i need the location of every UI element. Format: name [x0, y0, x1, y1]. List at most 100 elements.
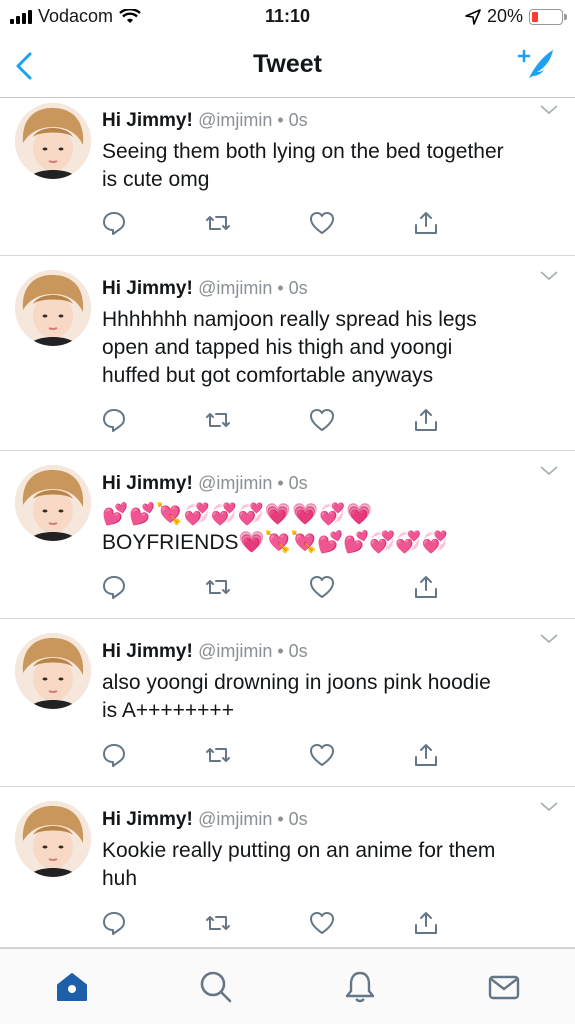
tab-notifications[interactable] [342, 969, 378, 1005]
tweet-header: Hi Jimmy! @imjimin • 0s [102, 641, 308, 663]
profile-photo [15, 103, 91, 179]
tweet-text-line: Hhhhhhh namjoon really spread his legs [102, 308, 477, 331]
retweet-icon [206, 413, 230, 427]
reply-button[interactable] [100, 209, 128, 237]
tweet-item[interactable]: Hi Jimmy! @imjimin • 0s 💕💕💘💞💞💞💗💗💞💗 BOYFR… [0, 451, 575, 619]
home-icon [57, 973, 87, 1001]
tab-home[interactable] [54, 969, 90, 1005]
battery-icon [529, 8, 567, 25]
share-button[interactable] [412, 573, 440, 601]
navigation-bar: Tweet [0, 32, 575, 98]
retweet-button[interactable] [204, 406, 232, 434]
share-button[interactable] [412, 741, 440, 769]
like-button[interactable] [308, 406, 336, 434]
heart-icon [310, 409, 334, 431]
reply-icon [103, 576, 125, 599]
reply-button[interactable] [100, 909, 128, 937]
tweet-item[interactable]: Hi Jimmy! @imjimin • 0s Kookie really pu… [0, 787, 575, 948]
share-icon [415, 212, 437, 234]
tweet-text-line: Kookie really putting on an anime for th… [102, 839, 496, 862]
reply-button[interactable] [100, 406, 128, 434]
chevron-down-icon[interactable] [539, 633, 559, 645]
status-bar: Vodacom 11:10 20% [0, 0, 575, 32]
tweet-text-line: huh [102, 867, 138, 890]
tweet-text: 💕💕💘💞💞💞💗💗💞💗 BOYFRIENDS💗💘💘💕💕💞💞💞 [102, 501, 552, 557]
retweet-icon [206, 216, 230, 230]
reply-button[interactable] [100, 573, 128, 601]
tweet-text-line: also yoongi drowning in joons pink hoodi… [102, 671, 491, 694]
tweet-text-line: BOYFRIENDS💗💘💘💕💕💞💞💞 [102, 531, 448, 554]
tweet-item[interactable]: Hi Jimmy! @imjimin • 0s Seeing them both… [0, 98, 575, 256]
reply-icon [103, 409, 125, 432]
chevron-down-icon[interactable] [539, 465, 559, 477]
display-name[interactable]: Hi Jimmy! [102, 473, 193, 494]
heart-icon [310, 212, 334, 234]
share-icon [415, 744, 437, 766]
display-name[interactable]: Hi Jimmy! [102, 278, 193, 299]
retweet-button[interactable] [204, 741, 232, 769]
profile-photo [15, 270, 91, 346]
avatar[interactable] [15, 801, 91, 877]
share-button[interactable] [412, 909, 440, 937]
compose-tweet-icon [517, 49, 553, 78]
tweet-header: Hi Jimmy! @imjimin • 0s [102, 473, 308, 495]
tab-search[interactable] [198, 969, 234, 1005]
reply-button[interactable] [100, 741, 128, 769]
handle-timestamp: @imjimin • 0s [198, 641, 308, 661]
retweet-icon [206, 916, 230, 930]
reply-icon [103, 744, 125, 767]
retweet-icon [206, 580, 230, 594]
like-button[interactable] [308, 909, 336, 937]
handle-timestamp: @imjimin • 0s [198, 809, 308, 829]
compose-tweet-button[interactable] [515, 44, 557, 84]
tab-bar [0, 948, 575, 1024]
tab-messages[interactable] [486, 969, 522, 1005]
display-name[interactable]: Hi Jimmy! [102, 641, 193, 662]
avatar[interactable] [15, 465, 91, 541]
avatar[interactable] [15, 270, 91, 346]
tweet-thread: Hi Jimmy! @imjimin • 0s Seeing them both… [0, 98, 575, 948]
tweet-text: also yoongi drowning in joons pink hoodi… [102, 669, 552, 725]
chevron-down-icon[interactable] [539, 104, 559, 116]
tweet-actions [100, 573, 460, 601]
avatar[interactable] [15, 103, 91, 179]
handle-timestamp: @imjimin • 0s [198, 473, 308, 493]
retweet-button[interactable] [204, 573, 232, 601]
chevron-down-icon[interactable] [539, 270, 559, 282]
page-title: Tweet [253, 50, 322, 78]
tweet-text: Kookie really putting on an anime for th… [102, 837, 552, 893]
profile-photo [15, 633, 91, 709]
display-name[interactable]: Hi Jimmy! [102, 110, 193, 131]
tweet-text: Seeing them both lying on the bed togeth… [102, 138, 552, 194]
retweet-icon [206, 748, 230, 762]
avatar[interactable] [15, 633, 91, 709]
retweet-button[interactable] [204, 909, 232, 937]
share-icon [415, 576, 437, 598]
location-arrow-icon [465, 8, 481, 25]
share-button[interactable] [412, 406, 440, 434]
chevron-down-icon[interactable] [539, 801, 559, 813]
tweet-text-line: 💕💕💘💞💞💞💗💗💞💗 [102, 503, 374, 526]
heart-icon [310, 912, 334, 934]
tweet-item[interactable]: Hi Jimmy! @imjimin • 0s Hhhhhhh namjoon … [0, 256, 575, 451]
tweet-text-line: Seeing them both lying on the bed togeth… [102, 140, 504, 163]
display-name[interactable]: Hi Jimmy! [102, 809, 193, 830]
tweet-item[interactable]: Hi Jimmy! @imjimin • 0s also yoongi drow… [0, 619, 575, 787]
like-button[interactable] [308, 741, 336, 769]
tweet-actions [100, 909, 460, 937]
handle-timestamp: @imjimin • 0s [198, 278, 308, 298]
battery-percent: 20% [486, 6, 523, 26]
profile-photo [15, 801, 91, 877]
tweet-text-line: open and tapped his thigh and yoongi [102, 336, 453, 359]
share-icon [415, 409, 437, 431]
reply-icon [103, 912, 125, 935]
like-button[interactable] [308, 209, 336, 237]
tweet-text: Hhhhhhh namjoon really spread his legs o… [102, 306, 552, 390]
tweet-header: Hi Jimmy! @imjimin • 0s [102, 278, 308, 300]
like-button[interactable] [308, 573, 336, 601]
retweet-button[interactable] [204, 209, 232, 237]
share-button[interactable] [412, 209, 440, 237]
heart-icon [310, 576, 334, 598]
share-icon [415, 912, 437, 934]
tweet-actions [100, 209, 460, 237]
